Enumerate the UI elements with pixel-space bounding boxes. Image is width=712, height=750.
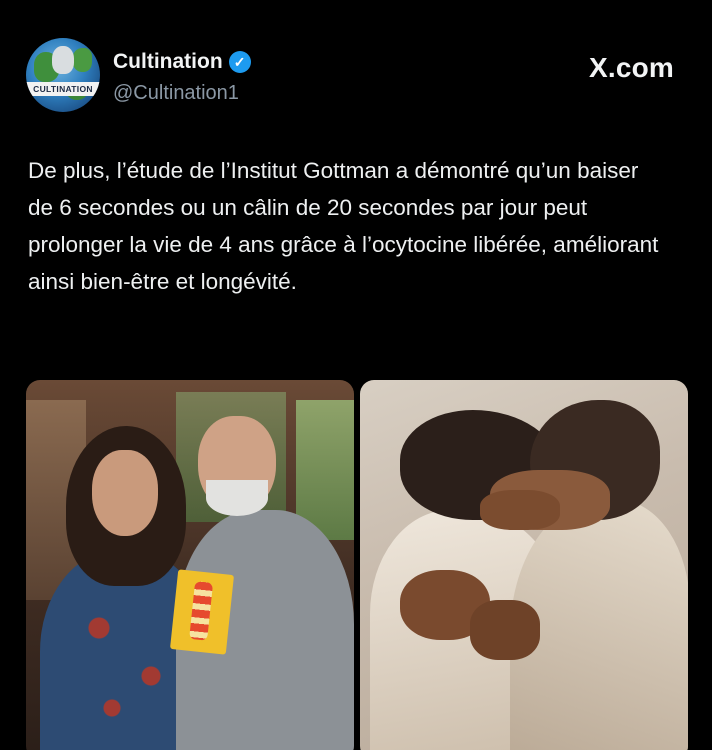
media-photo-couple[interactable] xyxy=(26,380,354,750)
name-row: Cultination ✓ xyxy=(113,50,251,74)
display-name[interactable]: Cultination xyxy=(113,50,223,74)
media-grid xyxy=(26,380,688,750)
tweet-text: De plus, l’étude de l’Institut Gottman a… xyxy=(28,158,659,294)
photo-man-beard xyxy=(206,480,268,516)
painting-hand xyxy=(480,490,560,530)
painting-hand xyxy=(470,600,540,660)
photo-book xyxy=(169,569,235,655)
verified-badge-icon: ✓ xyxy=(228,51,251,73)
tweet-header: CULTINATION Cultination ✓ @Cultination1 … xyxy=(26,38,686,114)
photo-woman-face xyxy=(92,450,158,536)
account-avatar[interactable]: CULTINATION xyxy=(26,38,100,112)
avatar-mascot xyxy=(52,46,74,74)
account-handle[interactable]: @Cultination1 xyxy=(113,82,239,105)
avatar-logo-text: CULTINATION xyxy=(26,82,100,96)
brand-label: X.com xyxy=(588,52,674,83)
avatar-globe-land xyxy=(72,48,92,72)
media-painting-embrace[interactable] xyxy=(360,380,688,750)
